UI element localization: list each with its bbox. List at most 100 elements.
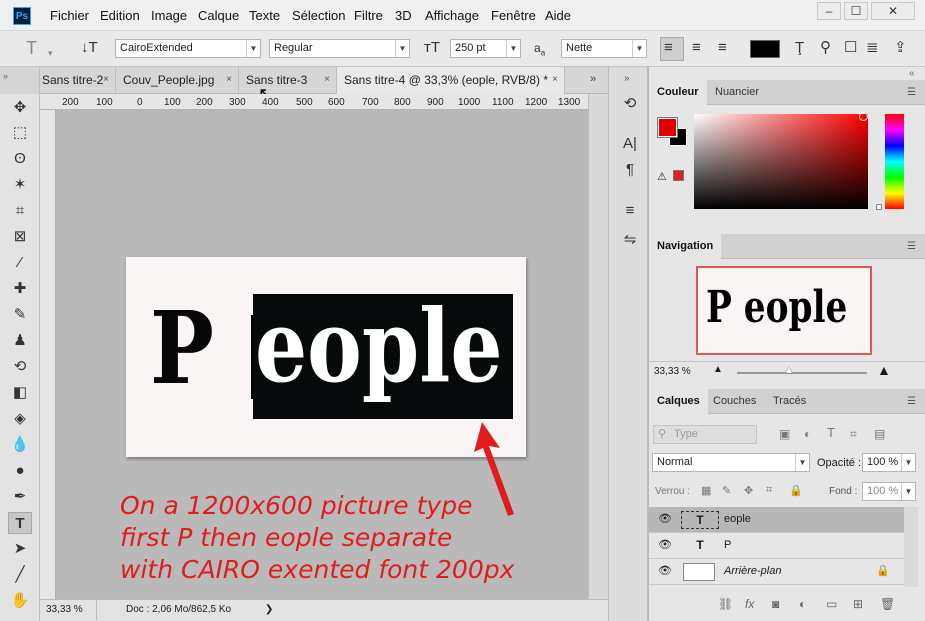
- menu-calque[interactable]: Calque: [198, 8, 239, 23]
- blend-mode-select[interactable]: Normal ▼: [652, 453, 810, 472]
- lock-all-icon[interactable]: 🔒: [789, 484, 803, 497]
- font-style-select[interactable]: Regular ▼: [269, 39, 410, 58]
- lock-pixels-icon[interactable]: ✎: [722, 484, 731, 497]
- menu-fenetre[interactable]: Fenêtre: [491, 8, 536, 23]
- layer-style-icon[interactable]: fx: [745, 597, 754, 611]
- lock-position-icon[interactable]: ✥: [744, 484, 753, 497]
- adjustment-layer-icon[interactable]: ◐: [799, 597, 806, 611]
- close-tab-icon[interactable]: ×: [103, 67, 109, 93]
- vertical-scrollbar[interactable]: [588, 94, 608, 600]
- brush-settings-icon[interactable]: ≡: [619, 202, 641, 219]
- tab-navigation[interactable]: Navigation: [649, 234, 722, 259]
- history-brush-tool-icon[interactable]: ⟲: [8, 356, 32, 378]
- expand-icon[interactable]: »: [624, 73, 630, 84]
- visibility-eye-icon[interactable]: 👁: [658, 559, 672, 584]
- new-layer-icon[interactable]: ⊞: [853, 597, 863, 611]
- hue-slider[interactable]: [885, 114, 904, 209]
- lock-artboard-icon[interactable]: ⌗: [766, 484, 772, 497]
- line-tool-icon[interactable]: ╱: [8, 564, 32, 586]
- magic-wand-tool-icon[interactable]: ✶: [8, 174, 32, 196]
- antialias-select[interactable]: Nette ▼: [561, 39, 647, 58]
- share-icon[interactable]: ⇪: [894, 40, 907, 56]
- tab-calques[interactable]: Calques: [649, 389, 708, 414]
- align-right-icon[interactable]: ≡: [718, 40, 727, 56]
- blur-tool-icon[interactable]: 💧: [8, 434, 32, 456]
- maximize-icon[interactable]: ☐: [844, 2, 868, 20]
- panel-menu-icon[interactable]: ☰: [907, 87, 916, 98]
- type-tool-preset-icon[interactable]: T: [26, 39, 37, 57]
- marquee-tool-icon[interactable]: ⬚: [8, 122, 32, 144]
- hue-slider-handle[interactable]: [876, 204, 882, 210]
- gamut-warning-icon[interactable]: ⚠: [657, 170, 667, 183]
- zoom-slider-thumb[interactable]: ▲: [784, 365, 794, 376]
- add-mask-icon[interactable]: ◙: [772, 597, 779, 611]
- layers-scrollbar[interactable]: [904, 507, 918, 587]
- character-panel-icon[interactable]: A|: [619, 135, 641, 152]
- tab-nuancier[interactable]: Nuancier: [707, 80, 767, 105]
- pen-tool-icon[interactable]: ✒: [8, 486, 32, 508]
- zoom-readout[interactable]: 33,33 %: [46, 600, 83, 620]
- layer-name[interactable]: Arrière-plan: [724, 559, 781, 584]
- menu-texte[interactable]: Texte: [249, 8, 280, 23]
- stamp-tool-icon[interactable]: ♟: [8, 330, 32, 352]
- tab-traces[interactable]: Tracés: [765, 389, 814, 414]
- tab-couches[interactable]: Couches: [705, 389, 764, 414]
- menu-edition[interactable]: Edition: [100, 8, 140, 23]
- zoom-in-icon[interactable]: ▲: [877, 362, 891, 378]
- nav-zoom-readout[interactable]: 33,33 %: [654, 366, 691, 377]
- foreground-color-swatch[interactable]: [657, 117, 678, 138]
- opacity-field[interactable]: 100 % ▼: [862, 453, 916, 472]
- dodge-tool-icon[interactable]: ●: [8, 460, 32, 482]
- more-tabs-icon[interactable]: »: [590, 73, 596, 85]
- filter-smart-icon[interactable]: ▤: [874, 427, 885, 441]
- layer-row-eople[interactable]: 👁 T eople: [649, 507, 904, 533]
- collapse-icon[interactable]: »: [3, 71, 8, 81]
- close-tab-icon[interactable]: ×: [226, 67, 232, 93]
- navigator-preview[interactable]: P eople: [696, 266, 872, 355]
- filter-adjust-icon[interactable]: ◐: [804, 427, 811, 441]
- status-menu-icon[interactable]: ❯: [265, 600, 273, 620]
- menu-image[interactable]: Image: [151, 8, 187, 23]
- layer-text-p[interactable]: P: [150, 298, 214, 398]
- layer-text-eople[interactable]: eople: [255, 296, 503, 396]
- lock-transparent-icon[interactable]: ▦: [701, 484, 711, 497]
- color-field[interactable]: [694, 114, 868, 209]
- layer-name[interactable]: eople: [724, 507, 751, 532]
- link-layers-icon[interactable]: ⛓: [718, 597, 733, 611]
- close-icon[interactable]: ✕: [871, 2, 915, 20]
- paint-bucket-tool-icon[interactable]: ◈: [8, 408, 32, 430]
- chevron-down-icon[interactable]: ▾: [48, 45, 53, 61]
- layer-row-arriere-plan[interactable]: 👁 Arrière-plan 🔒: [649, 559, 904, 585]
- menu-3d[interactable]: 3D: [395, 8, 412, 23]
- eyedropper-tool-icon[interactable]: ⁄: [8, 252, 32, 274]
- paragraph-panel-icon[interactable]: ¶: [619, 161, 641, 178]
- warp-text-icon[interactable]: Ţ: [795, 40, 804, 56]
- history-panel-icon[interactable]: ⟲: [619, 94, 641, 112]
- zoom-slider[interactable]: [737, 372, 867, 374]
- color-picker-handle[interactable]: [859, 112, 868, 121]
- adjustments-icon[interactable]: ⇋: [619, 230, 641, 248]
- font-size-select[interactable]: 250 pt ▼: [450, 39, 521, 58]
- panel-menu-icon[interactable]: ☰: [907, 241, 916, 252]
- text-color-swatch[interactable]: [750, 40, 780, 58]
- frame-tool-icon[interactable]: ⊠: [8, 226, 32, 248]
- lasso-tool-icon[interactable]: ʘ: [8, 148, 32, 170]
- menu-affichage[interactable]: Affichage: [425, 8, 479, 23]
- new-group-icon[interactable]: ▭: [826, 597, 837, 611]
- minimize-icon[interactable]: –: [817, 2, 841, 20]
- brush-tool-icon[interactable]: ✎: [8, 304, 32, 326]
- visibility-eye-icon[interactable]: 👁: [658, 507, 672, 532]
- filter-type-icon[interactable]: T: [827, 425, 835, 440]
- filter-shape-icon[interactable]: ⌗: [850, 427, 857, 442]
- layer-row-p[interactable]: 👁 T P: [649, 533, 904, 559]
- path-selection-tool-icon[interactable]: ➤: [8, 538, 32, 560]
- healing-brush-tool-icon[interactable]: ✚: [8, 278, 32, 300]
- align-center-icon[interactable]: ≡: [692, 40, 701, 56]
- close-tab-icon[interactable]: ×: [552, 67, 558, 93]
- layer-name[interactable]: P: [724, 533, 731, 558]
- text-orientation-icon[interactable]: ↓T: [81, 40, 98, 56]
- menu-aide[interactable]: Aide: [545, 8, 571, 23]
- menu-fichier[interactable]: Fichier: [50, 8, 89, 23]
- zoom-out-icon[interactable]: ▲: [713, 364, 723, 375]
- fill-field[interactable]: 100 % ▼: [862, 482, 916, 501]
